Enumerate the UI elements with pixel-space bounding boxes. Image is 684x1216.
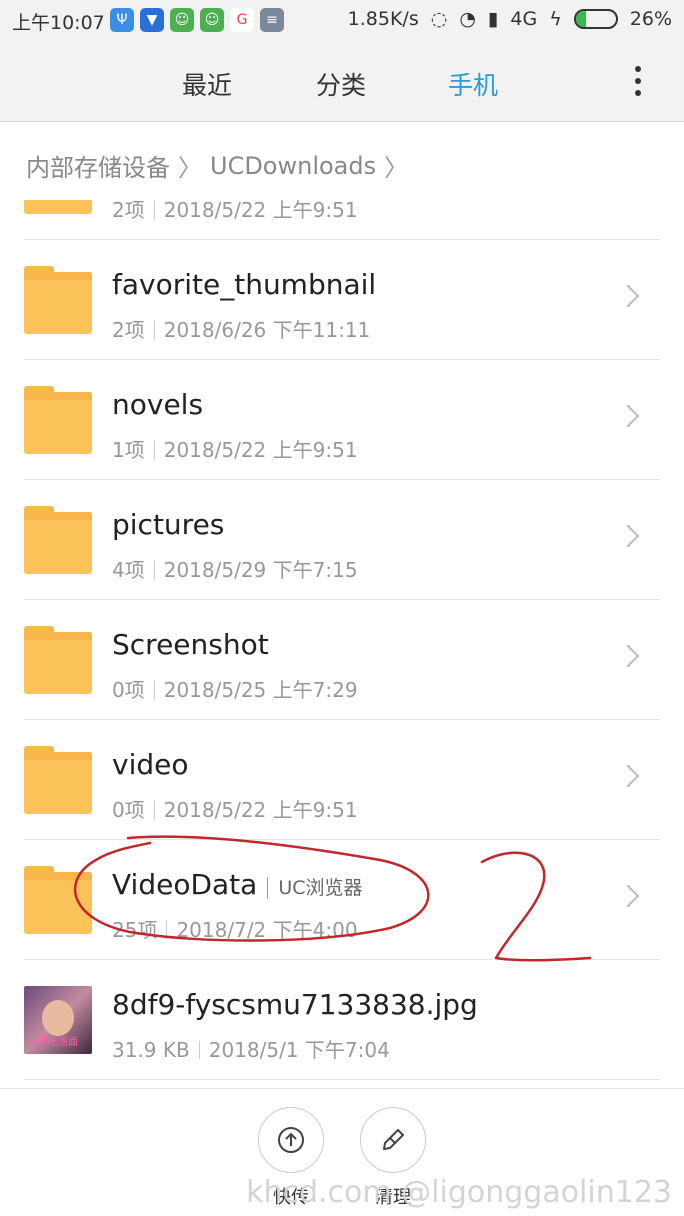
- chevron-right-icon: [616, 404, 640, 428]
- chevron-right-icon: [616, 764, 640, 788]
- list-item[interactable]: 不许吃泡面 8df9-fyscsmu7133838.jpg 31.9 KB 201…: [0, 960, 684, 1080]
- file-name: novels: [112, 388, 204, 421]
- tab-recent[interactable]: 最近: [182, 66, 232, 102]
- brush-icon: [383, 1129, 404, 1150]
- file-meta: 2项 2018/5/22 上午9:51: [112, 200, 358, 222]
- tab-phone[interactable]: 手机: [448, 66, 498, 102]
- list-item[interactable]: video 0项 2018/5/22 上午9:51: [0, 720, 684, 840]
- signal-icon: ▮: [487, 8, 499, 30]
- list-item[interactable]: VideoData UC浏览器 25项 2018/7/2 下午4:00: [0, 840, 684, 960]
- folder-icon: [24, 266, 92, 334]
- network-type: 4G: [510, 8, 538, 30]
- file-name: pictures: [112, 508, 225, 541]
- list-item[interactable]: favorite_thumbnail 2项 2018/6/26 下午11:11: [0, 240, 684, 360]
- file-meta: 0项 2018/5/25 上午7:29: [112, 678, 358, 702]
- list-item[interactable]: novels 1项 2018/5/22 上午9:51: [0, 360, 684, 480]
- battery-percent: 26%: [629, 8, 672, 30]
- breadcrumb-root[interactable]: 内部存储设备: [26, 148, 170, 183]
- sync-icon: ◌: [430, 8, 448, 30]
- list-item[interactable]: Screenshot 0项 2018/5/25 上午7:29: [0, 600, 684, 720]
- clean-circle[interactable]: [360, 1107, 426, 1173]
- file-meta: 25项 2018/7/2 下午4:00: [112, 918, 358, 942]
- chevron-right-icon: [616, 884, 640, 908]
- app-tag: UC浏览器: [267, 877, 363, 899]
- thumbnail-caption: 不许吃泡面: [28, 1037, 78, 1048]
- chevron-right-icon: [616, 524, 640, 548]
- breadcrumb: 内部存储设备 〉 UCDownloads 〉: [26, 148, 408, 183]
- chevron-right-icon: [616, 284, 640, 308]
- file-list: 2项 2018/5/22 上午9:51 favorite_thumbnail 2项…: [0, 200, 684, 1088]
- upload-icon: [278, 1127, 304, 1153]
- file-meta: 31.9 KB 2018/5/1 下午7:04: [112, 1038, 390, 1062]
- status-time: 上午10:07: [12, 12, 105, 34]
- battery-icon: [573, 9, 618, 29]
- file-meta: 4项 2018/5/29 下午7:15: [112, 558, 358, 582]
- top-tab-bar: 最近 分类 手机: [0, 44, 684, 122]
- status-app-icons: Ψ ▼ ☺ ☺ G ≡: [110, 8, 284, 32]
- more-options-icon[interactable]: [634, 66, 642, 96]
- watermark: khcd.com @ligonggaolin123: [246, 1175, 672, 1210]
- battery-fill: [575, 11, 587, 27]
- usb-icon: Ψ: [110, 8, 134, 32]
- file-name: 8df9-fyscsmu7133838.jpg: [112, 988, 478, 1021]
- chevron-right-icon: [616, 644, 640, 668]
- android-icon: ☺: [170, 8, 194, 32]
- charging-icon: ϟ: [549, 8, 562, 30]
- status-indicators: 1.85K/s ◌ ◔ ▮ 4G ϟ 26%: [348, 8, 672, 30]
- chevron-right-icon: 〉: [178, 154, 202, 182]
- share-circle[interactable]: [258, 1107, 324, 1173]
- file-name: VideoData UC浏览器: [112, 868, 363, 901]
- file-meta: 1项 2018/5/22 上午9:51: [112, 438, 358, 462]
- google-icon: G: [230, 8, 254, 32]
- message-icon: ≡: [260, 8, 284, 32]
- file-meta: 0项 2018/5/22 上午9:51: [112, 798, 358, 822]
- file-meta: 2项 2018/6/26 下午11:11: [112, 318, 371, 342]
- image-thumbnail: 不许吃泡面: [24, 986, 92, 1054]
- tab-category[interactable]: 分类: [316, 66, 366, 102]
- breadcrumb-current[interactable]: UCDownloads: [210, 152, 376, 180]
- folder-icon: [24, 746, 92, 814]
- file-name: favorite_thumbnail: [112, 268, 377, 301]
- android-icon: ☺: [200, 8, 224, 32]
- status-bar: 上午10:07 Ψ ▼ ☺ ☺ G ≡ 1.85K/s ◌ ◔ ▮ 4G ϟ 2…: [0, 0, 684, 44]
- folder-icon: [24, 506, 92, 574]
- chevron-right-icon: 〉: [384, 154, 409, 182]
- file-name: Screenshot: [112, 628, 269, 661]
- folder-icon: [24, 626, 92, 694]
- folder-icon: [24, 200, 92, 214]
- file-name: video: [112, 748, 189, 781]
- shield-icon: ▼: [140, 8, 164, 32]
- network-speed: 1.85K/s: [347, 8, 419, 30]
- list-item[interactable]: 2项 2018/5/22 上午9:51: [0, 200, 684, 240]
- list-item[interactable]: pictures 4项 2018/5/29 下午7:15: [0, 480, 684, 600]
- folder-icon: [24, 866, 92, 934]
- folder-icon: [24, 386, 92, 454]
- bottom-action-bar: 快传 清理 khcd.com @ligonggaolin123: [0, 1088, 684, 1216]
- wifi-icon: ◔: [459, 8, 476, 30]
